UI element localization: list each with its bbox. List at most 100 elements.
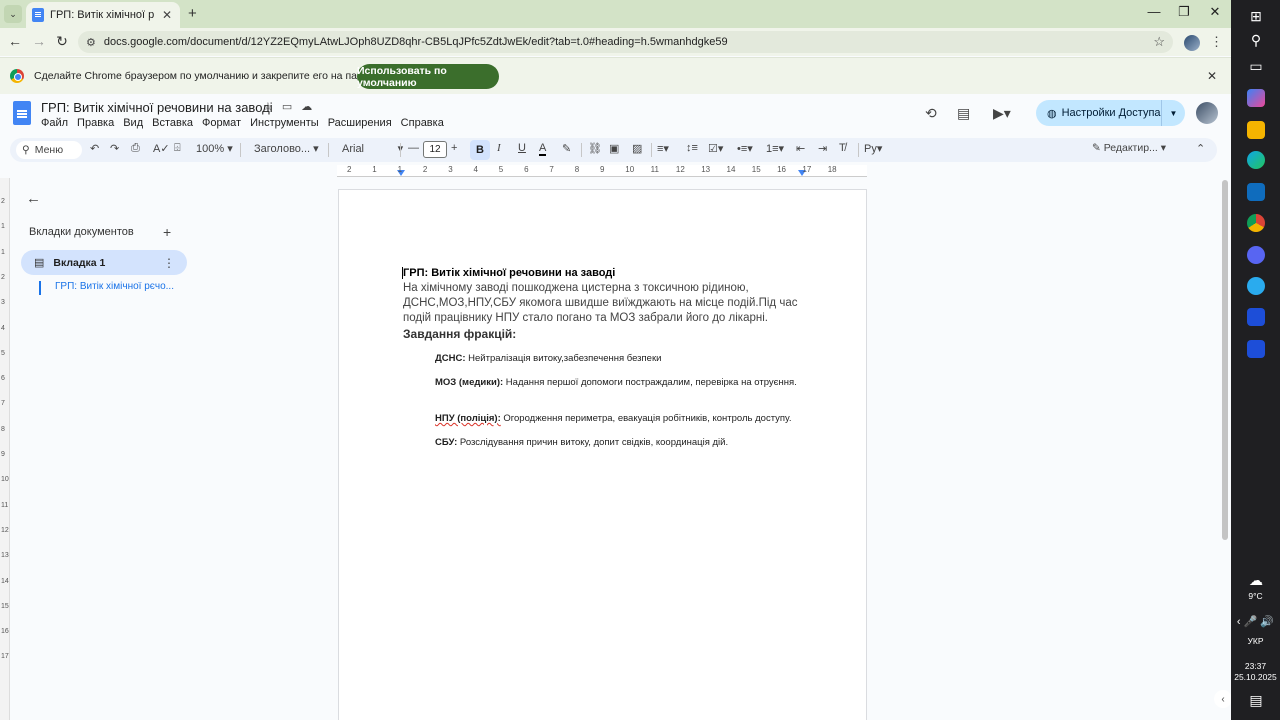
menu-file[interactable]: Файл	[41, 117, 68, 129]
zoom-select[interactable]: 100% ▾	[196, 142, 233, 155]
line-spacing-icon[interactable]: ↕≡	[686, 142, 698, 154]
file-explorer-icon[interactable]	[1247, 121, 1265, 139]
url-text[interactable]: docs.google.com/document/d/12YZ2EQmyLAtw…	[104, 36, 728, 48]
insert-image-icon[interactable]: ▨	[632, 142, 642, 155]
store-icon[interactable]	[1247, 183, 1265, 201]
decrease-indent-icon[interactable]: ⇤	[796, 142, 805, 155]
discord-icon[interactable]	[1247, 246, 1265, 264]
font-select[interactable]: Arial ▾	[342, 142, 403, 155]
move-folder-icon[interactable]: ▭	[282, 100, 292, 113]
copilot-icon[interactable]	[1247, 89, 1265, 107]
weather-icon[interactable]: ☁	[1247, 572, 1265, 590]
decrease-font-size-icon[interactable]: —	[408, 142, 419, 154]
bold-icon[interactable]: B	[470, 140, 490, 160]
italic-icon[interactable]: I	[497, 142, 501, 154]
outline-heading-link[interactable]: ГРП: Витік хімічної рєчо...	[39, 281, 179, 295]
tasks-heading[interactable]: Завдання фракцій:	[403, 327, 516, 341]
version-history-icon[interactable]: ⟲	[925, 105, 937, 122]
intro-paragraph[interactable]: На хімічному заводі пошкоджена цистерна …	[403, 281, 813, 326]
increase-indent-icon[interactable]: ⇥	[818, 142, 827, 155]
tab-options-icon[interactable]: ⋮	[163, 256, 175, 270]
back-icon[interactable]: ←	[6, 33, 24, 49]
language-indicator[interactable]: УКР	[1231, 636, 1280, 646]
paint-format-icon[interactable]: ⌹	[174, 142, 181, 155]
menu-tools[interactable]: Инструменты	[250, 117, 319, 129]
menu-help[interactable]: Справка	[401, 117, 444, 129]
input-tools-icon[interactable]: Pу▾	[864, 142, 882, 155]
weather-temp[interactable]: 9°C	[1231, 591, 1280, 601]
document-heading[interactable]: ГРП: Витік хімічної речовини на заводі	[403, 267, 615, 279]
document-title[interactable]: ГРП: Витік хімічної речовини на заводі	[41, 100, 273, 115]
spellcheck-icon[interactable]: A✓	[153, 142, 170, 155]
clear-formatting-icon[interactable]: T̸	[839, 142, 846, 154]
menu-format[interactable]: Формат	[202, 117, 241, 129]
close-window-icon[interactable]: ✕	[1205, 4, 1225, 20]
side-panel-toggle-icon[interactable]: ‹	[1214, 690, 1232, 708]
align-icon[interactable]: ≡▾	[657, 142, 669, 155]
faction-item[interactable]: НПУ (поліція): Огородження периметра, ев…	[435, 412, 815, 425]
app-icon[interactable]	[1247, 308, 1265, 326]
docs-home-icon[interactable]	[13, 101, 31, 125]
hide-menus-icon[interactable]: ⌃	[1196, 142, 1205, 155]
menu-search-input[interactable]: ⚲ Меню	[16, 141, 82, 159]
font-size-input[interactable]: 12	[423, 141, 447, 158]
task-view-icon[interactable]: ▭	[1247, 58, 1265, 76]
increase-font-size-icon[interactable]: +	[451, 142, 457, 154]
undo-icon[interactable]: ↶	[90, 142, 99, 155]
omnibox[interactable]: ⚙ docs.google.com/document/d/12YZ2EQmyLA…	[78, 31, 1173, 53]
faction-item[interactable]: СБУ: Розслідування причин витоку, допит …	[435, 436, 815, 449]
forward-icon[interactable]: →	[30, 33, 48, 49]
style-select[interactable]: Заголово... ▾	[254, 142, 319, 155]
document-page[interactable]: ГРП: Витік хімічної речовини на заводі Н…	[338, 189, 867, 720]
restore-icon[interactable]: ❐	[1174, 4, 1194, 20]
close-tab-icon[interactable]: ✕	[160, 8, 174, 22]
vertical-scrollbar[interactable]	[1222, 180, 1228, 540]
notifications-icon[interactable]: ▤	[1247, 692, 1265, 710]
share-dropdown-icon[interactable]: ▼	[1161, 100, 1185, 126]
horizontal-ruler[interactable]: 2 1 1 2 3 4 5 6 7 8 9 10 11 12 13 14 15 16 17 18	[337, 165, 867, 177]
chrome-menu-icon[interactable]: ⋮	[1210, 34, 1223, 50]
new-tab-icon[interactable]: +	[188, 5, 197, 22]
menu-view[interactable]: Вид	[123, 117, 143, 129]
menu-extensions[interactable]: Расширения	[328, 117, 392, 129]
sidebar-item-tab-1[interactable]: ▤ Вкладка 1 ⋮	[21, 250, 187, 275]
profile-avatar[interactable]	[1184, 35, 1200, 51]
edge-icon[interactable]	[1247, 151, 1265, 169]
menu-edit[interactable]: Правка	[77, 117, 114, 129]
browser-tab[interactable]: ГРП: Витік хімічної речовини - Google Do…	[26, 2, 180, 28]
checklist-icon[interactable]: ☑▾	[708, 142, 723, 155]
faction-item[interactable]: МОЗ (медики): Надання першої допомоги по…	[435, 376, 815, 389]
redo-icon[interactable]: ↷	[110, 142, 119, 155]
underline-icon[interactable]: U	[518, 142, 526, 154]
minimize-icon[interactable]: —	[1144, 4, 1164, 19]
search-icon[interactable]: ⚲	[1247, 32, 1265, 50]
back-arrow-icon[interactable]: ←	[26, 190, 41, 207]
site-info-icon[interactable]: ⚙	[86, 36, 96, 49]
clock-date[interactable]: 25.10.2025	[1231, 672, 1280, 682]
set-default-button[interactable]: Использовать по умолчанию	[357, 64, 499, 89]
infobar-close-icon[interactable]: ✕	[1207, 69, 1217, 83]
cloud-status-icon[interactable]: ☁	[301, 100, 312, 113]
text-color-icon[interactable]: A	[539, 142, 547, 156]
editing-mode-select[interactable]: ✎ Редактир... ▾	[1092, 142, 1166, 154]
telegram-icon[interactable]	[1247, 277, 1265, 295]
print-icon[interactable]: ⎙	[131, 142, 140, 155]
comments-icon[interactable]: ▤	[957, 105, 970, 122]
highlight-icon[interactable]: ✎	[562, 142, 571, 155]
star-icon[interactable]: ☆	[263, 100, 273, 113]
add-tab-icon[interactable]: +	[163, 224, 171, 240]
chrome-icon[interactable]	[1247, 214, 1265, 232]
numbered-list-icon[interactable]: 1≡▾	[766, 142, 784, 155]
add-comment-icon[interactable]: ▣	[609, 142, 619, 155]
tab-search-chevron-icon[interactable]: ⌄	[4, 5, 22, 23]
app-icon[interactable]	[1247, 340, 1265, 358]
clock-time[interactable]: 23:37	[1231, 661, 1280, 671]
tray-icons[interactable]: ‹ 🎤 🔊	[1231, 615, 1280, 628]
meet-icon[interactable]: ▶▾	[993, 105, 1011, 122]
windows-start-icon[interactable]: ⊞	[1247, 8, 1265, 26]
link-icon[interactable]: ⛓	[588, 142, 602, 155]
account-avatar[interactable]	[1196, 102, 1218, 124]
share-button[interactable]: ◍ Настройки Доступа ▼	[1036, 100, 1185, 126]
faction-item[interactable]: ДСНС: Нейтралізація витоку,забезпечення …	[435, 352, 815, 365]
bookmark-star-icon[interactable]: ☆	[1153, 34, 1165, 50]
